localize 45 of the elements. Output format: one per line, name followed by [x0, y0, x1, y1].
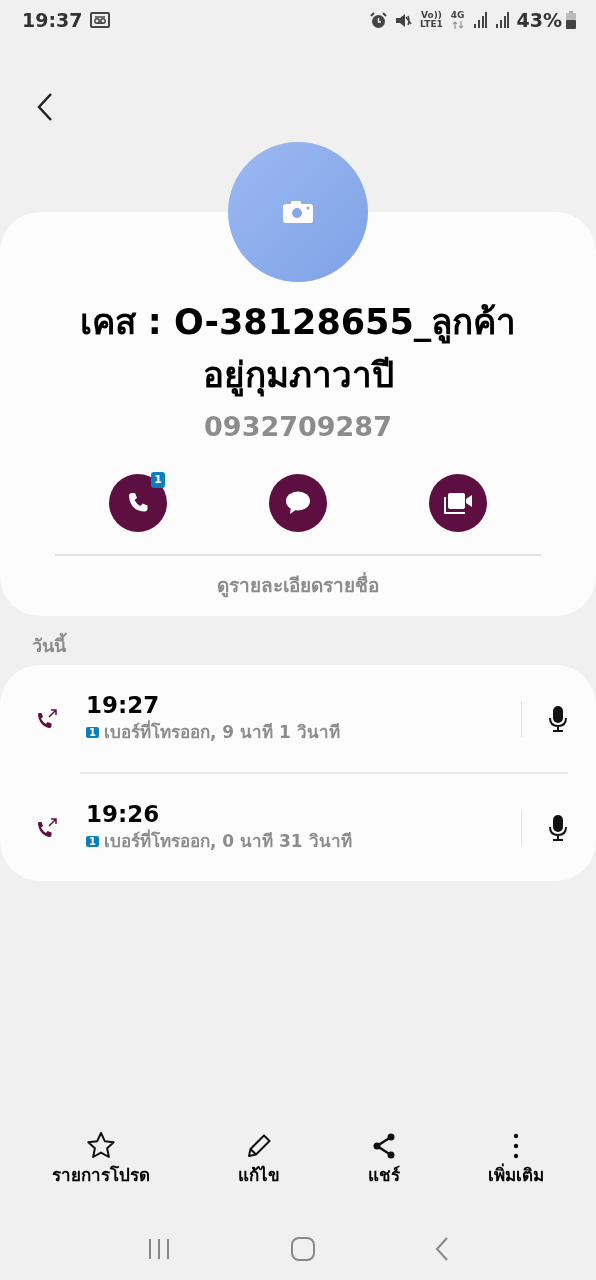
voicemail-icon	[90, 12, 111, 28]
status-time: 19:37	[22, 7, 83, 33]
sim-badge: 1	[86, 835, 99, 847]
more-options-icon	[513, 1131, 519, 1161]
call-detail: $^{1}$ เบอร์ที่โทรออก, 0 นาที 31 วินาที	[86, 828, 521, 855]
message-button[interactable]	[269, 473, 327, 532]
camera-icon	[283, 201, 313, 223]
signal-icon	[494, 12, 509, 28]
outgoing-call-icon	[36, 816, 58, 839]
favorites-button[interactable]: รายการโปรด	[52, 1131, 150, 1189]
chat-bubble-icon	[285, 489, 311, 516]
microphone-icon[interactable]	[548, 704, 568, 733]
call-time: 19:26	[86, 800, 161, 829]
share-button[interactable]: แชร์	[368, 1131, 400, 1189]
outgoing-call-icon	[36, 707, 58, 730]
phone-number: 0932709287	[203, 410, 393, 444]
alarm-icon	[370, 11, 388, 29]
edit-button[interactable]: แก้ไข	[238, 1131, 280, 1189]
battery-percent: 43%	[516, 7, 562, 33]
data-arrows-icon	[451, 20, 464, 29]
sim-badge: 1	[86, 726, 99, 738]
count-badge: 1	[151, 471, 165, 488]
call-log-row[interactable]: 19:26 $^{1}$ เบอร์ที่โทรออก, 0 นาที 31 วินาที	[0, 774, 596, 881]
battery-icon	[566, 11, 576, 29]
section-label: วันนี้	[0, 616, 596, 665]
call-log-row[interactable]: 19:27 $^{1}$ เบอร์ที่โทรออก, 9 นาที 1 วินาที	[0, 665, 596, 772]
recent-apps-button[interactable]	[147, 1237, 171, 1260]
call-button[interactable]: 1	[109, 473, 167, 532]
network-label: LTE1	[420, 20, 443, 29]
call-detail: $^{1}$ เบอร์ที่โทรออก, 9 นาที 1 วินาที	[86, 719, 521, 746]
phone-icon	[126, 490, 150, 515]
contact-name: เคส : O-38128655_ลูกค้าอยู่กุมภาวาปี	[78, 301, 518, 399]
network-label: Vo))	[420, 11, 443, 20]
video-call-button[interactable]	[429, 473, 487, 532]
back-nav-button[interactable]	[435, 1236, 449, 1261]
call-time: 19:27	[86, 691, 161, 720]
more-button[interactable]: เพิ่มเติม	[488, 1131, 544, 1189]
microphone-icon[interactable]	[548, 813, 568, 842]
network-label: 4G	[450, 11, 465, 20]
video-camera-icon	[443, 490, 473, 515]
home-button[interactable]	[291, 1236, 315, 1261]
mute-icon	[395, 11, 413, 29]
signal-icon	[472, 12, 487, 28]
star-icon	[86, 1131, 116, 1161]
back-button[interactable]	[37, 92, 53, 122]
